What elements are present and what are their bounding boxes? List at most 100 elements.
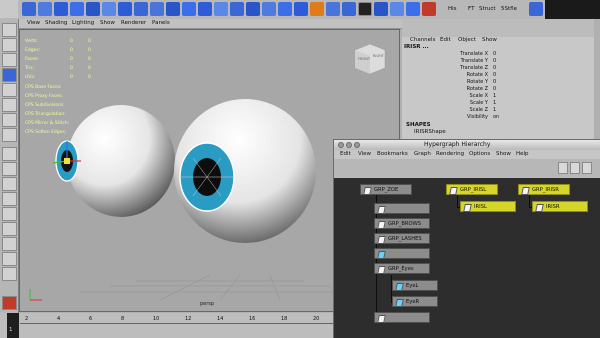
tab-object[interactable]: Object [458,37,476,43]
create-torus-icon[interactable] [102,2,116,16]
channel-scale-x[interactable]: Scale X1 [402,93,600,100]
append-polygon-icon[interactable] [182,2,196,16]
create-cylinder-icon[interactable] [54,2,68,16]
minimize-icon[interactable] [346,142,352,148]
menu-show[interactable]: Show [100,20,115,27]
layout-four-icon[interactable] [2,162,17,176]
separate-icon[interactable] [134,2,148,16]
node-grp-zoe[interactable]: GRP_ZOE [360,184,412,195]
menu-panels[interactable]: Panels [152,20,170,27]
hg-menu-help[interactable]: Help [516,151,529,158]
paint-icon[interactable] [406,2,420,16]
shelf-label-his[interactable]: His [448,6,457,13]
hg-menu-view[interactable]: View [358,151,371,158]
checker-icon[interactable] [358,2,372,16]
menu-shading[interactable]: Shading [45,20,67,27]
shelf-label-ft[interactable]: FT [468,6,474,13]
channel-box-scrollbar[interactable] [594,19,600,140]
render-icon[interactable] [422,2,436,16]
layout-graph-icon[interactable] [2,207,17,221]
channel-scale-y[interactable]: Scale Y1 [402,100,600,107]
hg-menu-options[interactable]: Options [469,151,490,158]
hg-menu-bookmarks[interactable]: Bookmarks [377,151,408,158]
channel-translate-x[interactable]: Translate X0 [402,51,600,58]
node-grp-irisl[interactable]: GRP_IRISL [446,184,498,195]
hg-menu-rendering[interactable]: Rendering [436,151,464,158]
layout-trax-icon[interactable] [2,252,17,266]
channel-translate-z[interactable]: Translate Z0 [402,65,600,72]
create-cube-icon[interactable] [38,2,52,16]
node-unnamed-3[interactable] [374,312,430,323]
create-sphere-icon[interactable] [22,2,36,16]
scale-tool-icon[interactable] [2,98,17,112]
layout-two-icon[interactable] [2,177,17,191]
rotate-tool-icon[interactable] [2,83,17,97]
reduce-icon[interactable] [294,2,308,16]
node-eye-l[interactable]: EyeL [392,280,438,291]
channel-rotate-z[interactable]: Rotate Z0 [402,86,600,93]
shelf-label-struct[interactable]: Struct [479,6,496,13]
menu-view[interactable]: View [27,20,40,27]
menu-lighting[interactable]: Lighting [72,20,94,27]
node-eye-r[interactable]: EyeR [392,296,438,307]
node-grp-irisr[interactable]: GRP_IRISR [518,184,570,195]
create-plane-icon[interactable] [86,2,100,16]
combine-icon[interactable] [118,2,132,16]
script-icon[interactable] [529,2,543,16]
hg-menu-graph[interactable]: Graph [414,151,431,158]
hg-tool-frame-selection-icon[interactable] [570,162,580,174]
layout-outliner-icon[interactable] [2,192,17,206]
tab-channels[interactable]: Channels [410,37,435,43]
move-tool-icon[interactable] [2,68,17,82]
create-cone-icon[interactable] [70,2,84,16]
node-irisr[interactable]: IRISR [532,201,588,212]
node-grp-eyes[interactable]: GRP_Eyes [374,263,430,274]
hg-menu-show[interactable]: Show [496,151,511,158]
zoom-icon[interactable] [354,142,360,148]
hg-tool-hierarchy-icon[interactable] [582,162,592,174]
extrude-icon[interactable] [150,2,164,16]
channel-rotate-x[interactable]: Rotate X0 [402,72,600,79]
last-tool-icon[interactable] [2,128,17,142]
close-icon[interactable] [338,142,344,148]
node-unnamed-1[interactable] [374,203,430,214]
tab-show[interactable]: Show [482,37,497,43]
paint-select-icon[interactable] [2,53,17,67]
uv-icon[interactable] [342,2,356,16]
bevel-icon[interactable] [230,2,244,16]
shape-name[interactable]: IRISRShape [414,129,446,135]
insert-edge-loop-icon[interactable] [214,2,228,16]
node-irisl[interactable]: IRISL [460,201,516,212]
merge-icon[interactable] [246,2,260,16]
layout-uv-icon[interactable] [390,2,404,16]
lasso-tool-icon[interactable] [2,38,17,52]
hypergraph-graph-area[interactable]: GRP_ZOE GRP_BROWS GRP_LASHES GRP_Eyes Ey… [334,178,600,338]
layout-single-icon[interactable] [2,147,17,161]
hg-menu-edit[interactable]: Edit [340,151,351,158]
smooth-icon[interactable] [262,2,276,16]
select-tool-icon[interactable] [2,23,17,37]
shelf-tab-button[interactable] [0,0,18,18]
layout-dope-icon[interactable] [2,237,17,251]
sculpt-icon[interactable] [310,2,324,16]
current-frame-marker[interactable] [7,313,19,338]
node-grp-brows[interactable]: GRP_BROWS [374,218,430,229]
layout-custom-icon[interactable] [2,267,17,281]
normals-icon[interactable] [374,2,388,16]
split-polygon-icon[interactable] [198,2,212,16]
node-unnamed-2[interactable] [374,248,430,259]
channel-translate-y[interactable]: Translate Y0 [402,58,600,65]
shelf-label-5stfle[interactable]: 5Stfle [501,6,517,13]
node-grp-lashes[interactable]: GRP_LASHES [374,233,430,244]
channel-visibility[interactable]: Visibility on [402,114,600,121]
bridge-icon[interactable] [166,2,180,16]
tab-edit[interactable]: Edit [440,37,451,43]
hg-tool-frame-all-icon[interactable] [558,162,568,174]
soften-edge-icon[interactable] [278,2,292,16]
layout-hypershade-icon[interactable] [2,222,17,236]
channel-rotate-y[interactable]: Rotate Y0 [402,79,600,86]
manipulator-tool-icon[interactable] [2,113,17,127]
channel-scale-z[interactable]: Scale Z1 [402,107,600,114]
menu-renderer[interactable]: Renderer [121,20,146,27]
mirror-icon[interactable] [326,2,340,16]
